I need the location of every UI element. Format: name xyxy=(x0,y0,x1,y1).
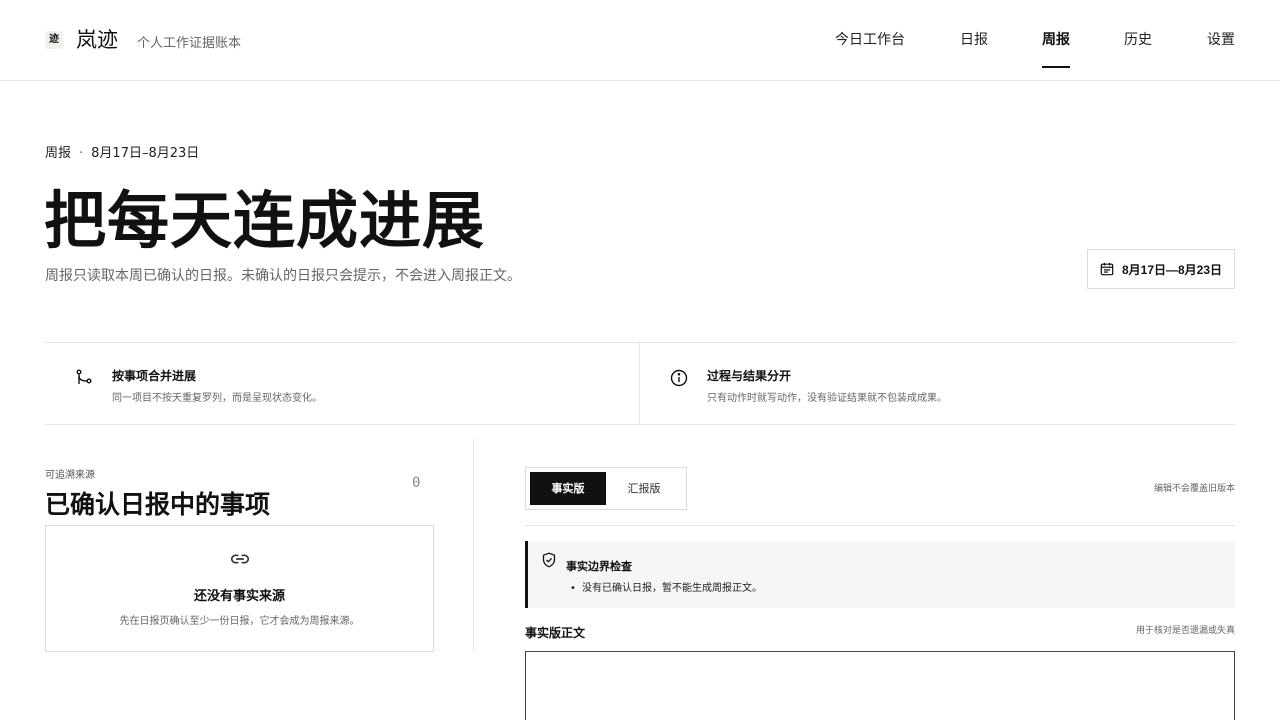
column-divider xyxy=(473,439,474,651)
nav-active-indicator xyxy=(1042,66,1070,68)
principle-title-separate: 过程与结果分开 xyxy=(707,369,792,383)
fact-body-label: 事实版正文 xyxy=(525,626,586,640)
principle-title-merge: 按事项合并进展 xyxy=(112,369,197,383)
eyebrow-section: 周报 xyxy=(45,146,72,161)
principles-band: 按事项合并进展 同一项目不按天重复罗列，而是呈现状态变化。 过程与结果分开 只有… xyxy=(45,342,1235,425)
fact-body-note: 用于核对是否遗漏或失真 xyxy=(1135,626,1235,636)
git-merge-icon xyxy=(76,369,92,384)
eyebrow-date-range: 8月17日–8月23日 xyxy=(91,146,200,161)
page-subtitle: 周报只读取本周已确认的日报。未确认的日报只会提示，不会进入周报正文。 xyxy=(45,268,521,284)
page-title: 把每天连成进展 xyxy=(44,184,486,257)
fact-body-editor[interactable] xyxy=(525,651,1235,720)
principle-desc-merge: 同一项目不按天重复罗列，而是呈现状态变化。 xyxy=(112,393,322,404)
edit-note: 编辑不会覆盖旧版本 xyxy=(1153,484,1235,494)
nav-today-workbench[interactable]: 今日工作台 xyxy=(835,30,905,50)
nav-daily-report[interactable]: 日报 xyxy=(960,30,988,50)
principles-divider xyxy=(639,343,640,425)
nav-weekly-report[interactable]: 周报 xyxy=(1042,30,1070,50)
nav-history[interactable]: 历史 xyxy=(1124,30,1152,50)
link-icon xyxy=(230,554,250,564)
top-header: 迹 岚迹 个人工作证据账本 今日工作台 日报 周报 历史 设置 xyxy=(0,0,1280,81)
tab-report-version[interactable]: 汇报版 xyxy=(606,472,682,505)
tab-fact-version[interactable]: 事实版 xyxy=(530,472,606,505)
brand-name[interactable]: 岚迹 xyxy=(76,26,118,54)
sources-empty-state: 还没有事实来源 先在日报页确认至少一份日报，它才会成为周报来源。 xyxy=(45,525,434,652)
shield-check-icon xyxy=(542,552,556,568)
version-tabs: 事实版 汇报版 xyxy=(525,467,687,510)
empty-state-description: 先在日报页确认至少一份日报，它才会成为周报来源。 xyxy=(119,616,360,627)
empty-state-title: 还没有事实来源 xyxy=(193,589,285,604)
principle-desc-separate: 只有动作时就写动作，没有验证结果就不包装成成果。 xyxy=(707,393,947,404)
date-range-button-label: 8月17日—8月23日 xyxy=(1121,262,1223,277)
nav-settings[interactable]: 设置 xyxy=(1207,30,1235,50)
sources-count: 0 xyxy=(412,475,421,491)
sources-label: 可追溯来源 xyxy=(45,470,95,481)
brand-tagline: 个人工作证据账本 xyxy=(137,36,242,51)
eyebrow-separator: · xyxy=(79,146,84,161)
check-title: 事实边界检查 xyxy=(566,560,632,573)
calendar-icon xyxy=(1100,262,1114,276)
fact-boundary-check: 事实边界检查 没有已确认日报，暂不能生成周报正文。 xyxy=(525,541,1235,608)
check-item: 没有已确认日报，暂不能生成周报正文。 xyxy=(570,582,762,596)
logo-mark: 迹 xyxy=(45,31,63,49)
page-eyebrow: 周报 · 8月17日–8月23日 xyxy=(45,145,199,163)
date-range-button[interactable]: 8月17日—8月23日 xyxy=(1087,249,1235,289)
editor-divider xyxy=(525,525,1235,526)
info-icon xyxy=(670,369,688,387)
sources-title: 已确认日报中的事项 xyxy=(45,490,271,519)
